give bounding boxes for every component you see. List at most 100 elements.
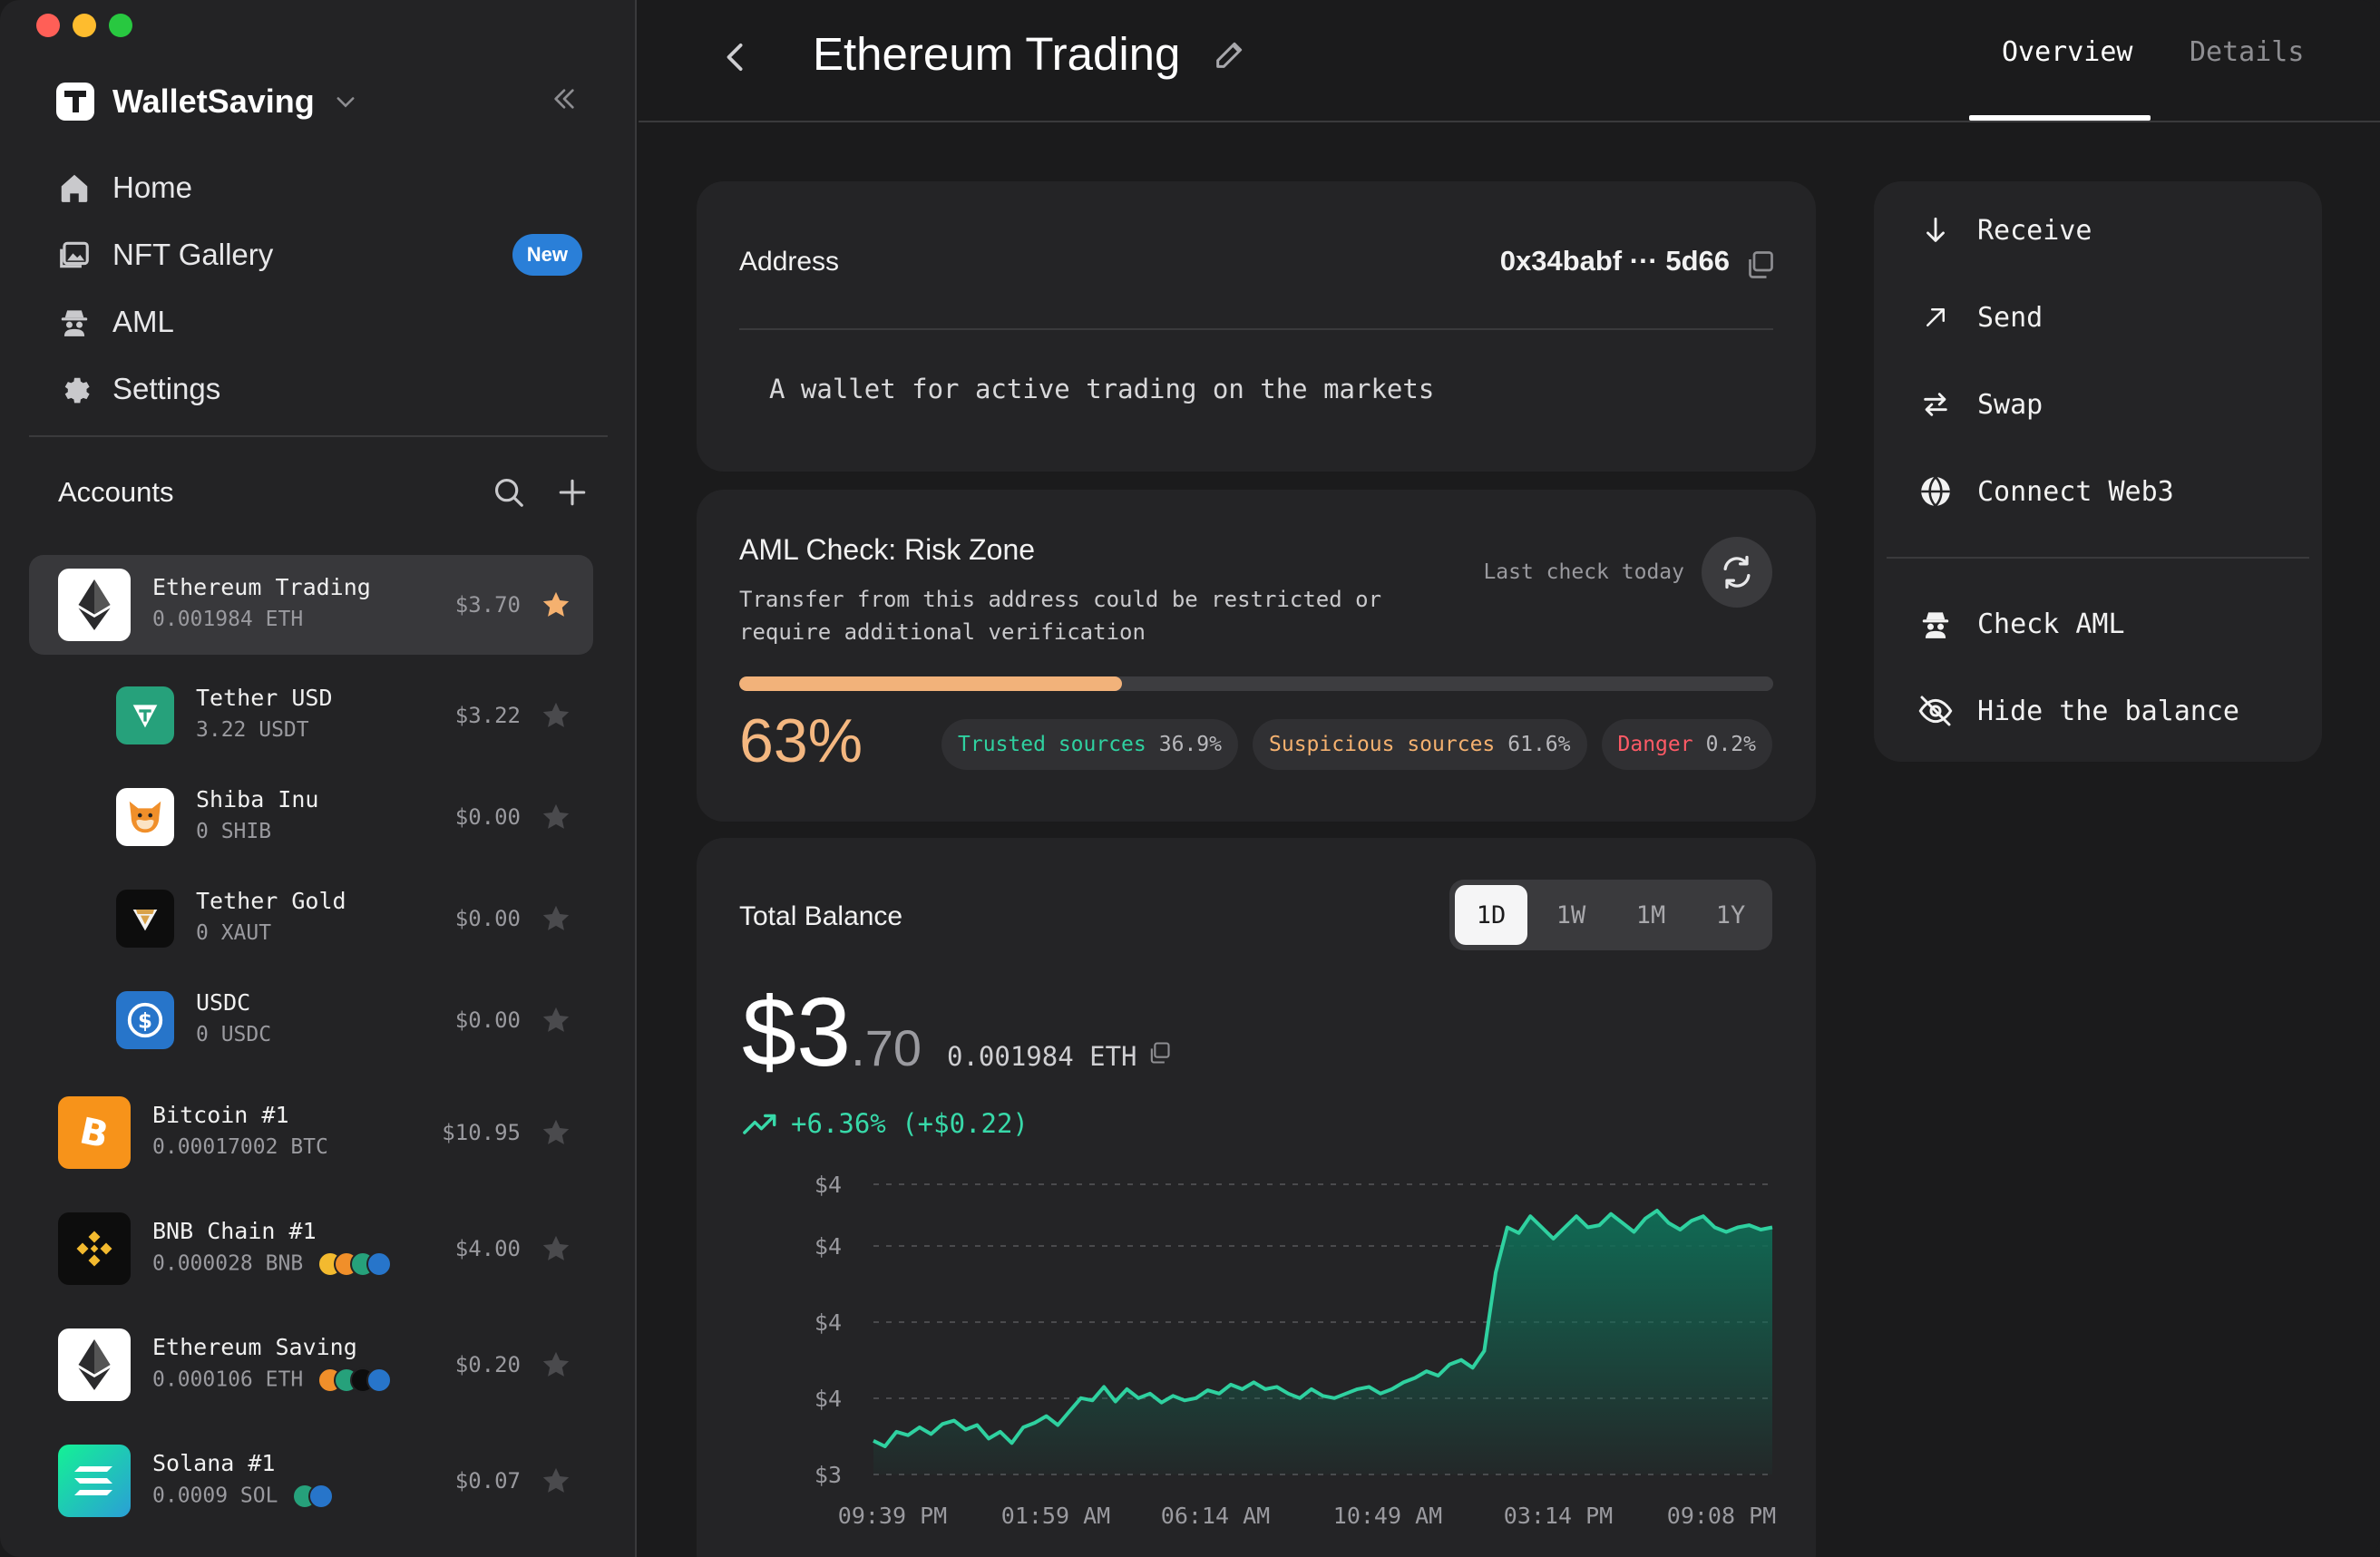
- maximize-window-button[interactable]: [109, 14, 132, 37]
- double-chevron-left-icon: [554, 89, 574, 109]
- tab-details[interactable]: Details: [2190, 36, 2304, 68]
- account-usd: $3.70: [454, 592, 521, 618]
- star-icon[interactable]: [541, 1349, 571, 1380]
- aml-card: AML Check: Risk Zone Transfer from this …: [697, 490, 1816, 822]
- wallet-description[interactable]: A wallet for active trading on the marke…: [769, 374, 1434, 404]
- action-label: Receive: [1977, 214, 2092, 247]
- account-row-bnb-chain[interactable]: BNB Chain #1 0.000028 BNB $4.00: [29, 1199, 593, 1299]
- hide-balance-button[interactable]: Hide the balance: [1917, 684, 2239, 738]
- account-usd: $0.00: [454, 804, 521, 830]
- add-account-icon[interactable]: [557, 477, 588, 508]
- star-icon[interactable]: [541, 1117, 571, 1148]
- star-filled-icon[interactable]: [541, 589, 571, 620]
- account-usd: $0.00: [454, 906, 521, 931]
- account-row-usdc[interactable]: $ USDC 0 USDC $0.00: [29, 970, 593, 1070]
- y-tick-label: $4: [814, 1172, 842, 1198]
- account-usd: $0.20: [454, 1352, 521, 1377]
- account-row-tether-gold[interactable]: Tether Gold 0 XAUT $0.00: [29, 869, 593, 968]
- star-icon[interactable]: [541, 1005, 571, 1036]
- star-icon[interactable]: [541, 1465, 571, 1496]
- account-row-shiba-inu[interactable]: Shiba Inu 0 SHIB $0.00: [29, 767, 593, 867]
- aml-description: Transfer from this address could be rest…: [739, 587, 1382, 645]
- account-row-tether-usd[interactable]: Tether USD 3.22 USDT $3.22: [29, 666, 593, 765]
- swap-icon: [1917, 386, 1954, 423]
- back-button[interactable]: [722, 36, 749, 87]
- nav-item-settings[interactable]: Settings: [56, 355, 582, 423]
- suspicious-sources-chip: Suspicious sources 61.6%: [1253, 719, 1587, 770]
- aml-risk-bar: [739, 676, 1773, 691]
- copy-address-button[interactable]: [1743, 248, 1776, 286]
- sidebar: WalletSaving Home NFT Gallery New AML Se…: [0, 0, 637, 1557]
- connect-web3-button[interactable]: Connect Web3: [1917, 464, 2174, 519]
- balance-chart: $4 $4 $4 $4 $3 09:39 PM 01:59 AM 06:14 AM 10:49 …: [814, 1172, 1776, 1529]
- account-row-ethereum-saving[interactable]: Ethereum Saving 0.000106 ETH $0.20: [29, 1315, 593, 1415]
- accounts-header: Accounts: [58, 470, 588, 515]
- chip-label: Trusted sources: [958, 733, 1146, 756]
- swap-button[interactable]: Swap: [1917, 377, 2043, 432]
- address-value: 0x34babf ··· 5d66: [1499, 245, 1730, 277]
- refresh-icon: [1723, 555, 1751, 589]
- address-label: Address: [739, 247, 840, 277]
- search-icon[interactable]: [492, 475, 526, 510]
- aml-title: AML Check: Risk Zone: [739, 533, 1036, 566]
- account-amount-with-tokens: 0.0009 SOL: [152, 1484, 335, 1509]
- sidebar-divider: [29, 435, 608, 437]
- token-chips: [317, 1251, 393, 1277]
- star-icon[interactable]: [541, 802, 571, 832]
- minimize-window-button[interactable]: [73, 14, 96, 37]
- address-divider: [739, 328, 1773, 330]
- star-icon[interactable]: [541, 1233, 571, 1264]
- close-window-button[interactable]: [36, 14, 60, 37]
- tab-overview[interactable]: Overview: [2002, 36, 2133, 68]
- y-tick-label: $3: [814, 1462, 842, 1488]
- aml-source-chips: Trusted sources 36.9% Suspicious sources…: [941, 719, 1772, 770]
- globe-icon: [1917, 473, 1954, 510]
- nav-item-aml[interactable]: AML: [56, 288, 582, 355]
- arrow-down-icon: [1917, 212, 1954, 248]
- account-row-ethereum-trading[interactable]: Ethereum Trading 0.001984 ETH $3.70: [29, 555, 593, 655]
- svg-text:$: $: [138, 1010, 152, 1034]
- token-chips: [292, 1484, 335, 1509]
- account-amount: 0 XAUT: [196, 921, 272, 945]
- chip-value: 0.2%: [1705, 733, 1756, 756]
- aml-refresh-button[interactable]: [1702, 537, 1772, 608]
- nav-item-nft-gallery[interactable]: NFT Gallery New: [56, 221, 582, 288]
- arrow-up-right-icon: [1917, 299, 1954, 336]
- star-icon[interactable]: [541, 903, 571, 934]
- account-name: Tether Gold: [196, 888, 346, 914]
- chevron-down-icon: [337, 97, 355, 108]
- wallet-switcher[interactable]: WalletSaving: [56, 80, 358, 123]
- collapse-sidebar-button[interactable]: [550, 83, 579, 120]
- nav-label-nft-gallery: NFT Gallery: [112, 238, 274, 271]
- action-label: Swap: [1977, 388, 2043, 421]
- account-name: Tether USD: [196, 685, 333, 711]
- account-name: Shiba Inu: [196, 786, 319, 813]
- danger-chip: Danger 0.2%: [1601, 719, 1772, 770]
- account-usd: $4.00: [454, 1236, 521, 1261]
- account-amount: 0 USDC: [196, 1023, 272, 1046]
- x-tick-label: 03:14 PM: [1504, 1503, 1613, 1529]
- chip-label: Danger: [1617, 733, 1693, 756]
- shiba-inu-icon: [116, 788, 174, 846]
- nav-item-home[interactable]: Home: [56, 154, 582, 221]
- window-controls: [36, 14, 132, 37]
- edit-title-button[interactable]: [1212, 36, 1248, 77]
- accounts-title: Accounts: [58, 476, 174, 508]
- action-label: Connect Web3: [1977, 475, 2174, 508]
- x-tick-label: 09:39 PM: [838, 1503, 947, 1529]
- account-amount: 0.000106 ETH: [152, 1367, 304, 1392]
- page-title: Ethereum Trading: [813, 28, 1181, 80]
- actions-card: Receive Send Swap Connect Web3 Check AML…: [1874, 181, 2322, 762]
- balance-area: [873, 1211, 1772, 1474]
- send-button[interactable]: Send: [1917, 290, 2043, 345]
- receive-button[interactable]: Receive: [1917, 203, 2092, 258]
- x-tick-label: 06:14 AM: [1161, 1503, 1270, 1529]
- account-row-solana[interactable]: Solana #1 0.0009 SOL $0.07: [29, 1431, 593, 1531]
- y-tick-label: $4: [814, 1309, 842, 1336]
- ethereum-icon: [58, 569, 131, 641]
- address-card: Address 0x34babf ··· 5d66 A wallet for a…: [697, 181, 1816, 472]
- aml-risk-bar-fill: [739, 676, 1122, 691]
- star-icon[interactable]: [541, 700, 571, 731]
- account-row-bitcoin[interactable]: B Bitcoin #1 0.00017002 BTC $10.95: [29, 1083, 593, 1182]
- check-aml-button[interactable]: Check AML: [1917, 597, 2125, 651]
